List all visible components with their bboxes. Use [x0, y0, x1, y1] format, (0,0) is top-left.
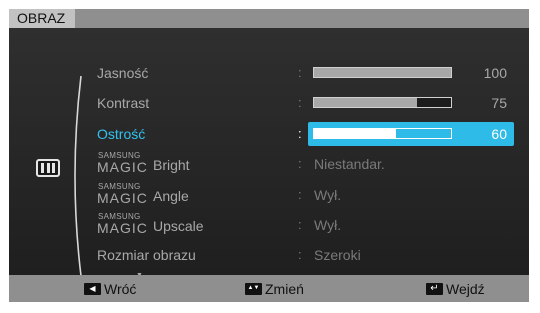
magic-upscale-label: SAMSUNG MAGIC Upscale: [97, 213, 297, 237]
magic-angle-label: SAMSUNG MAGIC Angle: [97, 183, 297, 207]
change-label: Zmień: [265, 280, 304, 297]
separator-colon: :: [298, 217, 302, 232]
menu-arc-decoration: [74, 76, 82, 276]
menu-item-contrast[interactable]: Kontrast : 75: [97, 91, 517, 115]
menu-item-label: Ostrość: [97, 126, 146, 142]
separator-colon: :: [298, 95, 302, 110]
menu-item-image-size[interactable]: Rozmiar obrazu : Szeroki: [97, 243, 517, 267]
contrast-slider[interactable]: [313, 97, 452, 108]
back-label: Wróć: [104, 280, 137, 297]
magic-bright-label: SAMSUNG MAGIC Bright: [97, 152, 297, 176]
magic-brand-text: MAGIC: [97, 190, 148, 206]
image-size-value: Szeroki: [314, 247, 361, 263]
menu-item-magic-angle[interactable]: SAMSUNG MAGIC Angle : Wył.: [97, 183, 517, 207]
separator-colon: :: [298, 187, 302, 202]
contrast-slider-fill: [314, 98, 417, 107]
picture-menu-icon[interactable]: [36, 159, 60, 177]
menu-item-label: Jasność: [97, 65, 149, 81]
sharpness-value: 60: [491, 126, 507, 142]
menu-item-sharpness[interactable]: Ostrość : 60: [97, 122, 517, 146]
sharpness-slider-fill: [314, 129, 397, 138]
menu-body: Jasność : 100 Kontrast : 75 Ostrość : 60: [9, 28, 529, 279]
separator-colon: :: [298, 247, 302, 262]
up-down-arrow-key-icon: ▲▼: [245, 282, 262, 295]
menu-item-label: Rozmiar obrazu: [97, 247, 196, 263]
menu-item-label: Kontrast: [97, 95, 150, 111]
separator-colon: :: [298, 156, 302, 171]
contrast-value: 75: [491, 95, 507, 111]
menu-item-magic-upscale[interactable]: SAMSUNG MAGIC Upscale : Wył.: [97, 213, 517, 237]
separator-colon: :: [298, 65, 302, 80]
separator-colon: :: [298, 126, 302, 141]
back-button[interactable]: ◀ Wróć: [84, 275, 136, 302]
magic-brand-text: MAGIC: [97, 159, 148, 175]
menu-item-brightness[interactable]: Jasność : 100: [97, 61, 517, 85]
menu-item-label: Bright: [153, 157, 190, 173]
footer-bar: ◀ Wróć ▲▼ Zmień ↵ Wejdź: [9, 275, 529, 302]
menu-item-label: Angle: [153, 188, 189, 204]
magic-angle-value: Wył.: [314, 187, 342, 203]
sharpness-slider[interactable]: [313, 128, 452, 139]
left-arrow-key-icon: ◀: [84, 282, 101, 295]
change-button[interactable]: ▲▼ Zmień: [245, 275, 304, 302]
menu-title: OBRAZ: [9, 9, 76, 28]
brightness-slider-fill: [314, 68, 451, 77]
title-bar: OBRAZ: [9, 9, 529, 28]
enter-button[interactable]: ↵ Wejdź: [426, 275, 485, 302]
enter-label: Wejdź: [446, 280, 485, 297]
magic-upscale-value: Wył.: [314, 217, 342, 233]
brightness-slider[interactable]: [313, 67, 452, 78]
enter-key-icon: ↵: [426, 282, 443, 295]
menu-item-label: Upscale: [153, 218, 204, 234]
magic-brand-text: MAGIC: [97, 220, 148, 236]
magic-bright-value: Niestandar.: [314, 156, 385, 172]
osd-menu-panel: OBRAZ Jasność : 100 Kontrast : 75 Ostroś…: [9, 9, 529, 302]
menu-item-magic-bright[interactable]: SAMSUNG MAGIC Bright : Niestandar.: [97, 152, 517, 176]
brightness-value: 100: [483, 65, 507, 81]
